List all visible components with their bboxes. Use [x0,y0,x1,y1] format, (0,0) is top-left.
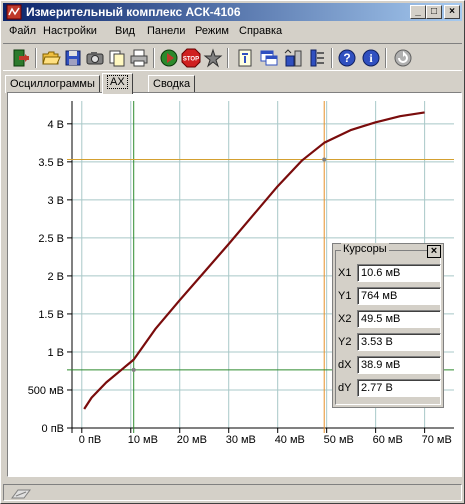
y-tick-label: 2 В [47,271,64,283]
tab-label: Осциллограммы [10,78,95,90]
y-tick-label: 2.5 В [38,233,64,245]
tab-label: AX [107,75,128,89]
stop-icon[interactable]: STOP [181,48,201,68]
cursors-title: Курсоры [341,243,389,255]
y-tick-label: 1.5 В [38,309,64,321]
menu-bar: Файл Настройки Вид Панели Режим Справка [3,23,462,41]
print-icon[interactable] [129,48,149,68]
x-tick-label: 10 мВ [128,434,158,446]
svg-text:?: ? [343,51,350,65]
app-icon [6,4,22,20]
help-icon[interactable]: ? [337,48,357,68]
open-icon[interactable] [41,48,61,68]
maximize-button[interactable]: □ [426,5,442,19]
minimize-button[interactable]: _ [410,5,426,19]
cursor-value-y2[interactable]: 3.53 В [357,333,441,351]
menu-settings[interactable]: Настройки [43,25,97,37]
window-title: Измерительный комплекс АСК-4106 [26,5,241,19]
y-tick-label: 3.5 В [38,157,64,169]
tab-ax[interactable]: AX [102,73,133,94]
run-icon[interactable] [159,48,179,68]
status-icon [11,489,31,499]
cursor-row-y2: Y2 3.53 В [338,333,442,351]
cursor-row-x1: X1 10.6 мВ [338,264,442,282]
x-tick-label: 70 мВ [422,434,452,446]
refresh-icon[interactable] [393,48,413,68]
cursor-marker-2 [322,157,327,162]
y-tick-label: 4 В [47,119,64,131]
x-tick-label: 50 мВ [324,434,354,446]
about-icon[interactable]: i [361,48,381,68]
menu-help[interactable]: Справка [239,25,282,37]
y-tick-label: 0 пВ [42,423,64,435]
tab-summary[interactable]: Сводка [148,75,196,93]
cursor-row-dy: dY 2.77 В [338,379,442,397]
status-cell [3,484,462,501]
menu-view[interactable]: Вид [115,25,135,37]
window-icon[interactable] [259,48,279,68]
auto-icon[interactable] [203,48,223,68]
cursor-row-x2: X2 49.5 мВ [338,310,442,328]
cursor-label: dX [338,359,352,371]
exit-icon[interactable] [11,48,31,68]
chart-panel: 0 пВ 500 мВ 1 В 1.5 В 2 В 2.5 В 3 В 3.5 В 4 В 0 п… [7,92,462,477]
cursor-label: X1 [338,267,352,279]
settings-icon[interactable] [307,48,327,68]
tab-strip: Осциллограммы AX Сводка [3,73,462,94]
x-tick-label: 60 мВ [373,434,403,446]
cursor-row-y1: Y1 764 мВ [338,287,442,305]
tab-label: Сводка [153,78,191,90]
status-bar [3,483,462,502]
cursor-value-dx[interactable]: 38.9 мВ [357,356,441,374]
cursor-value-dy[interactable]: 2.77 В [357,379,441,397]
y-tick-label: 500 мВ [28,385,64,397]
cursor-label: X2 [338,313,352,325]
close-button[interactable]: × [444,5,460,19]
cursor-marker-1 [131,367,136,372]
cursor-value-x2[interactable]: 49.5 мВ [357,310,441,328]
cursors-close-button[interactable]: × [427,245,441,258]
save-icon[interactable] [63,48,83,68]
x-tick-label: 20 мВ [177,434,207,446]
x-tick-label: 30 мВ [226,434,256,446]
x-tick-label: 0 пВ [79,434,101,446]
toolbar: STOP ? i [3,43,462,71]
y-tick-label: 3 В [47,195,64,207]
menu-mode[interactable]: Режим [195,25,229,37]
tab-oscillograms[interactable]: Осциллограммы [5,75,100,93]
cursor-value-x1[interactable]: 10.6 мВ [357,264,441,282]
cursor-label: Y1 [338,290,352,302]
cursor-value-y1[interactable]: 764 мВ [357,287,441,305]
generator-icon[interactable] [283,48,303,68]
menu-panels[interactable]: Панели [147,25,185,37]
y-tick-label: 1 В [47,347,64,359]
cursor-label: dY [338,382,352,394]
cursor-label: Y2 [338,336,352,348]
copy-icon[interactable] [107,48,127,68]
cursors-panel: Курсоры × X1 10.6 мВ Y1 764 мВ X2 49.5 м… [332,243,444,408]
title-bar[interactable]: Измерительный комплекс АСК-4106 _ □ × [3,3,462,21]
camera-icon[interactable] [85,48,105,68]
info-panel-icon[interactable] [235,48,255,68]
cursor-row-dx: dX 38.9 мВ [338,356,442,374]
menu-file[interactable]: Файл [9,25,36,37]
x-tick-label: 40 мВ [275,434,305,446]
svg-text:STOP: STOP [183,57,199,63]
app-window: Измерительный комплекс АСК-4106 _ □ × Фа… [0,0,465,504]
